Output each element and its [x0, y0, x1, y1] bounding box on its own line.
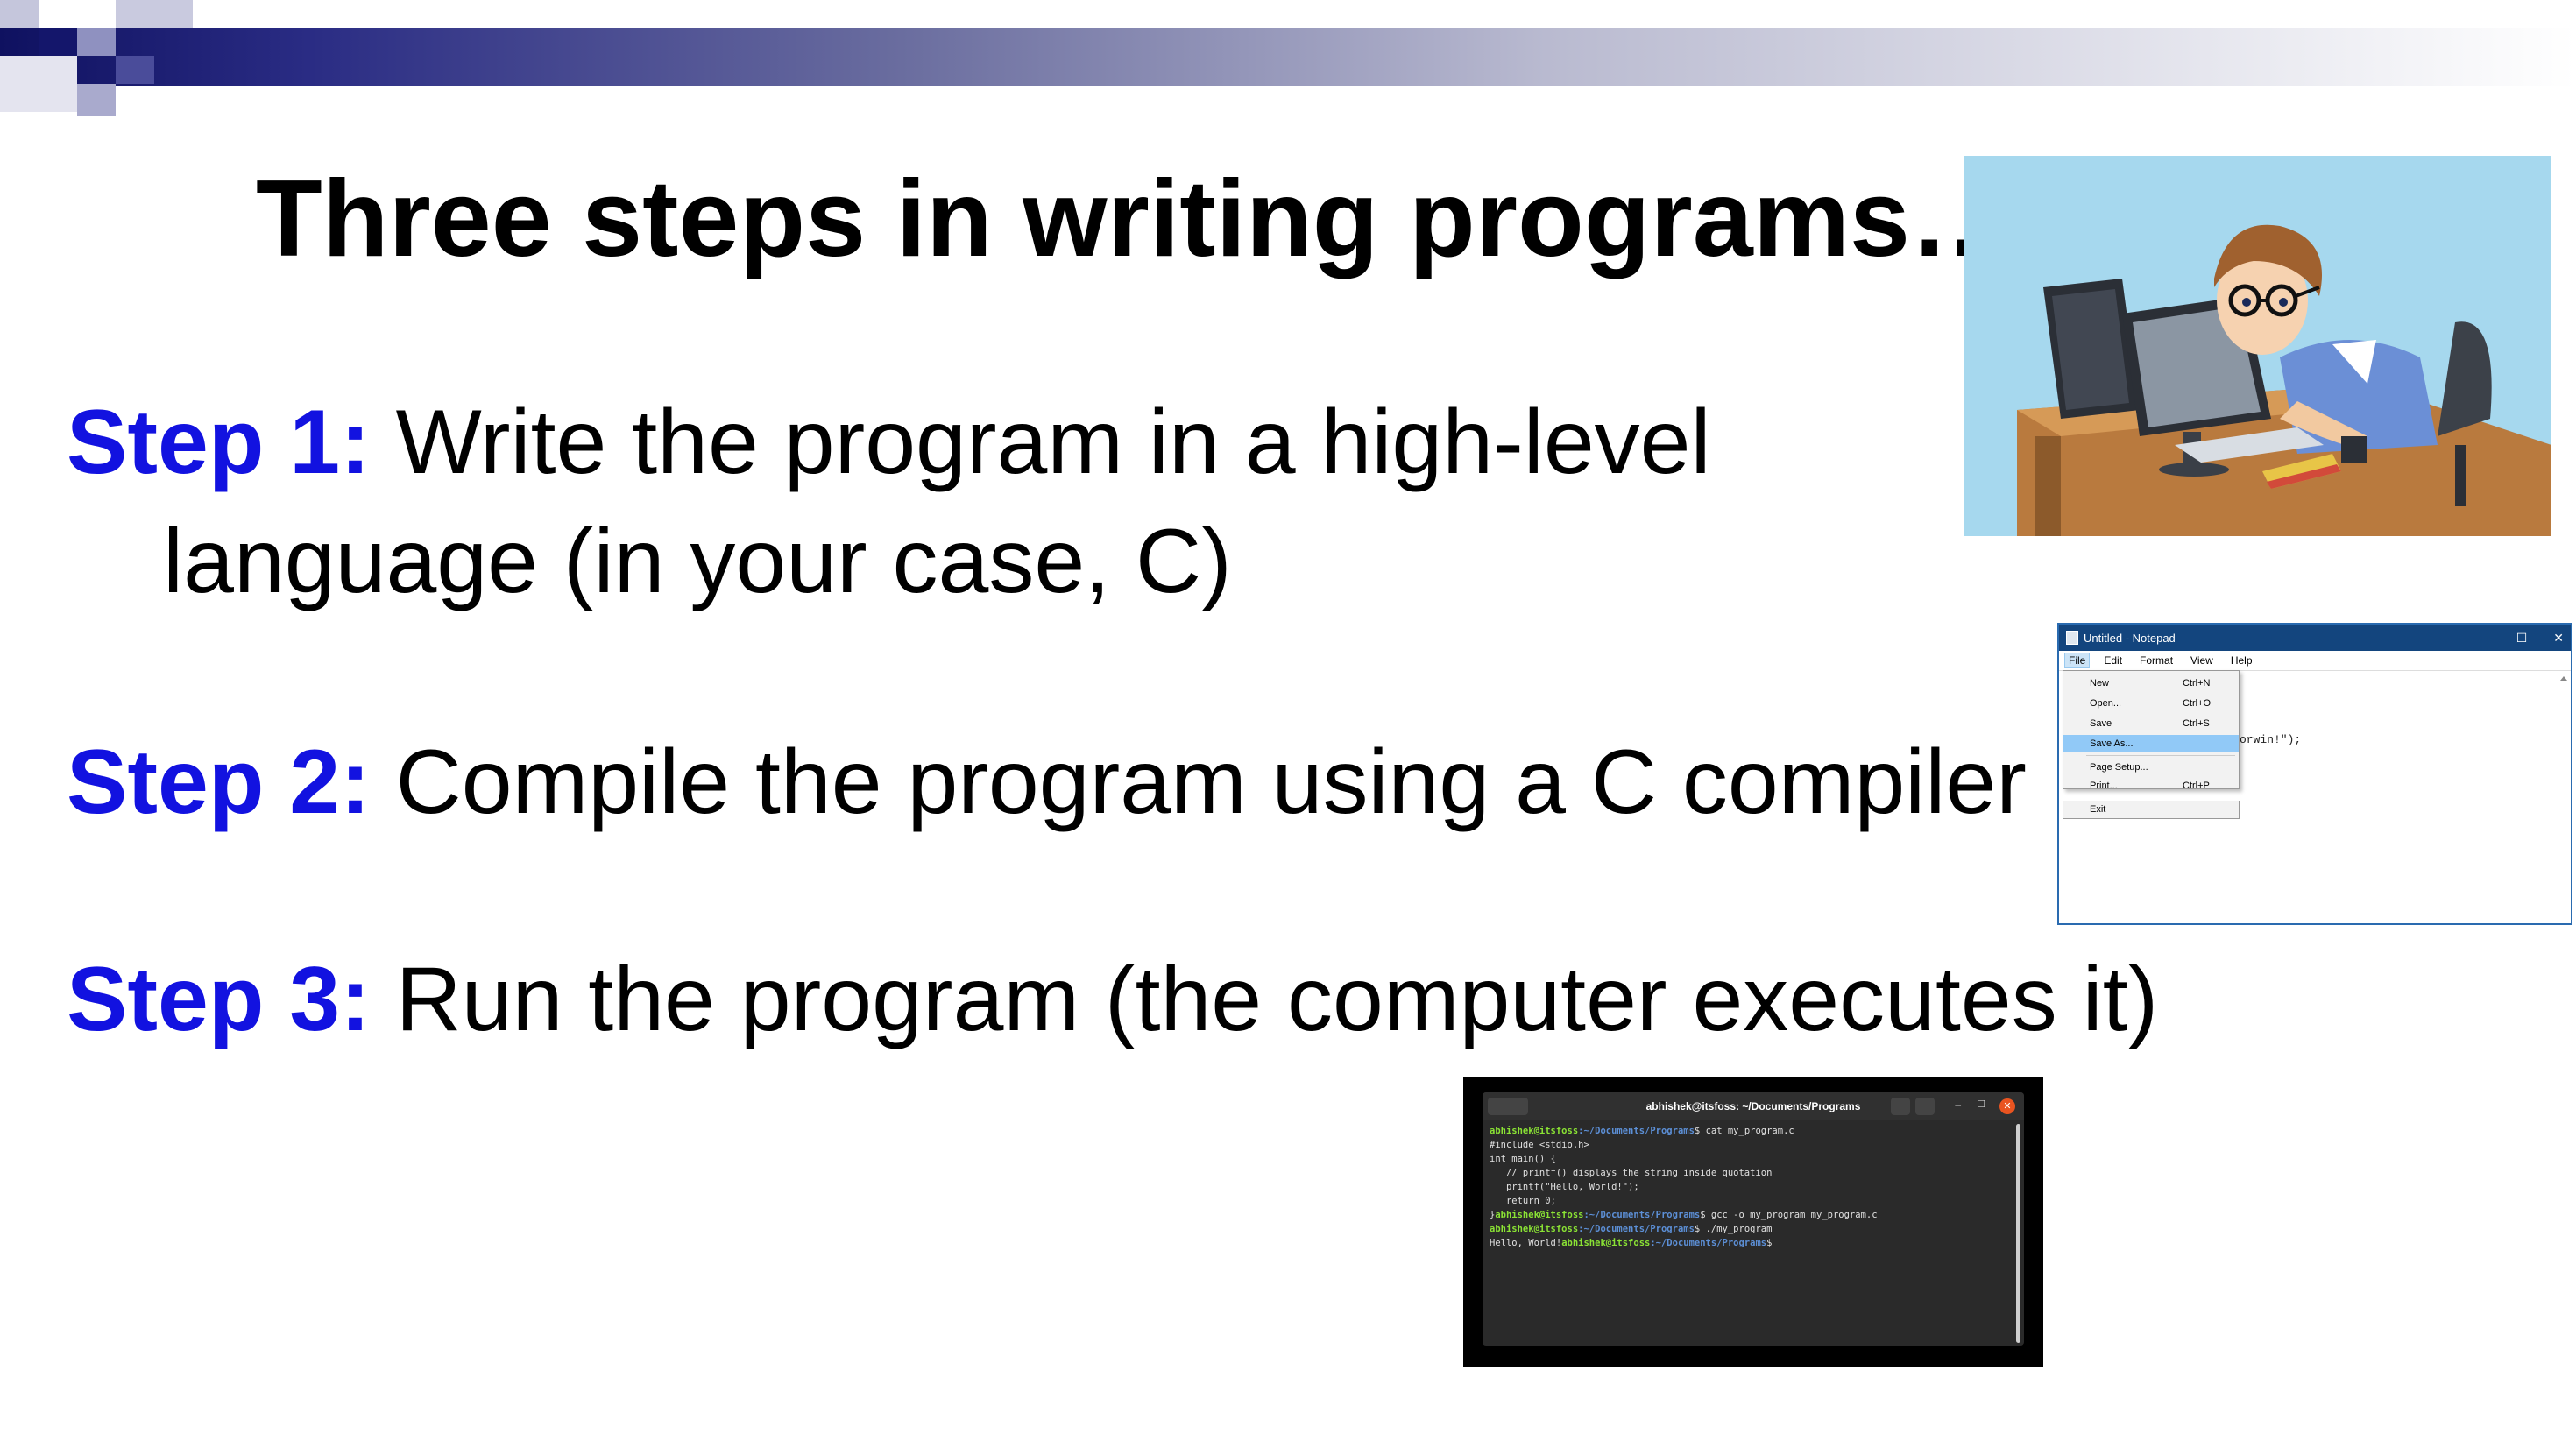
step-1-label: Step 1:	[67, 392, 371, 493]
prompt-user: abhishek@itsfoss	[1561, 1238, 1651, 1248]
terminal-output[interactable]: abhishek@itsfoss:~/Documents/Programs$ c…	[1483, 1120, 2024, 1254]
slide-title: Three steps in writing programs…	[256, 159, 2019, 279]
print-shortcut: Ctrl+P	[2183, 781, 2210, 791]
notepad-menubar: File Edit Format View Help	[2059, 651, 2571, 671]
prompt-path: :~/Documents/Programs	[1578, 1224, 1695, 1234]
step-1-continued: language (in your case, C)	[163, 511, 1232, 612]
minimize-icon[interactable]: –	[2483, 631, 2490, 645]
step-2-text: Compile the program using a C compiler	[370, 731, 2027, 833]
prompt-path: :~/Documents/Programs	[1578, 1126, 1695, 1136]
file-menu-item-save[interactable]: Save Ctrl+S	[2063, 715, 2239, 732]
prompt-path: :~/Documents/Programs	[1583, 1210, 1701, 1220]
terminal-output-text: Hello, World!	[1490, 1238, 1562, 1248]
step-1-text: Write the program in a high-level	[370, 392, 1711, 493]
page-setup-label: Page Setup...	[2090, 762, 2148, 773]
terminal-line: abhishek@itsfoss:~/Documents/Programs$ .…	[1490, 1222, 2017, 1236]
save-shortcut: Ctrl+S	[2183, 718, 2210, 729]
prompt-user: abhishek@itsfoss	[1490, 1224, 1579, 1234]
file-menu-dropdown: New Ctrl+N Open... Ctrl+O Save Ctrl+S Save …	[2063, 670, 2240, 791]
header-square-light-1	[0, 0, 39, 28]
terminal-scrollbar[interactable]	[2016, 1124, 2020, 1343]
file-menu-item-new[interactable]: New Ctrl+N	[2063, 675, 2239, 692]
menu-help[interactable]: Help	[2227, 653, 2256, 667]
menu-edit[interactable]: Edit	[2100, 653, 2126, 667]
file-menu-item-print[interactable]: Print... Ctrl+P	[2063, 777, 2239, 795]
menu-view[interactable]: View	[2187, 653, 2217, 667]
notepad-window-controls: – ☐ ✕	[2483, 625, 2564, 651]
terminal-line: Hello, World!abhishek@itsfoss:~/Document…	[1490, 1236, 2017, 1250]
terminal-line: abhishek@itsfoss:~/Documents/Programs$ c…	[1490, 1124, 2017, 1138]
menu-separator	[2086, 755, 2235, 756]
scroll-up-arrow-icon	[2560, 676, 2567, 681]
step-2-label: Step 2:	[67, 731, 371, 833]
terminal-line: // printf() displays the string inside q…	[1490, 1168, 1773, 1178]
terminal-title: abhishek@itsfoss: ~/Documents/Programs	[1645, 1100, 1861, 1112]
new-label: New	[2090, 678, 2110, 689]
menu-format[interactable]: Format	[2136, 653, 2176, 667]
open-shortcut: Ctrl+O	[2183, 698, 2212, 709]
terminal-screenshot: abhishek@itsfoss: ~/Documents/Programs –…	[1463, 1077, 2043, 1367]
step-1: Step 1: Write the program in a high-leve…	[67, 384, 1711, 502]
header-square-light-3	[116, 0, 193, 28]
file-menu-item-page-setup[interactable]: Page Setup...	[2063, 759, 2239, 776]
close-icon[interactable]: ✕	[2553, 631, 2564, 646]
step-3-text: Run the program (the computer executes i…	[370, 949, 2159, 1050]
step-3: Step 3: Run the program (the computer ex…	[67, 941, 2158, 1059]
menu-file[interactable]: File	[2064, 653, 2091, 668]
prompt-path: :~/Documents/Programs	[1650, 1238, 1767, 1248]
terminal-line: return 0;	[1490, 1196, 1556, 1206]
terminal-command: $ ./my_program	[1694, 1224, 1773, 1234]
terminal-line: #include <stdio.h>	[1490, 1140, 1589, 1150]
maximize-icon[interactable]: ☐	[2516, 631, 2528, 646]
file-menu-item-exit[interactable]: Exit	[2063, 801, 2240, 819]
programmer-drawing	[2017, 224, 2551, 536]
header-square-dark	[39, 28, 77, 56]
maximize-icon[interactable]: ☐	[1977, 1098, 1985, 1110]
terminal-window: abhishek@itsfoss: ~/Documents/Programs –…	[1483, 1092, 2024, 1346]
notepad-titlebar: Untitled - Notepad – ☐ ✕	[2059, 625, 2571, 651]
print-label: Print...	[2090, 781, 2118, 791]
notepad-window-title: Untitled - Notepad	[2084, 631, 2176, 645]
terminal-line: printf("Hello, World!");	[1490, 1182, 1639, 1192]
header-square-light-2	[39, 0, 77, 28]
new-shortcut: Ctrl+N	[2183, 678, 2211, 689]
minimize-icon[interactable]: –	[1955, 1098, 1961, 1111]
save-as-label: Save As...	[2090, 738, 2134, 749]
header-square-light-4	[0, 56, 77, 112]
notepad-scrollbar[interactable]	[2558, 673, 2569, 922]
prompt-user: abhishek@itsfoss	[1490, 1126, 1579, 1136]
notepad-app-icon	[2066, 631, 2078, 645]
header-square-mid-3	[77, 84, 116, 116]
file-menu-item-open[interactable]: Open... Ctrl+O	[2063, 695, 2239, 712]
menu-icon[interactable]	[1915, 1098, 1935, 1115]
terminal-header: abhishek@itsfoss: ~/Documents/Programs –…	[1483, 1092, 2024, 1120]
header-square-mid-2	[116, 56, 154, 84]
file-menu-item-save-as[interactable]: Save As...	[2063, 735, 2239, 752]
terminal-command: $	[1766, 1238, 1773, 1248]
terminal-command: $ cat my_program.c	[1694, 1126, 1794, 1136]
search-icon[interactable]	[1891, 1098, 1910, 1115]
step-3-label: Step 3:	[67, 949, 371, 1050]
header-square-mid-1	[77, 28, 116, 56]
save-label: Save	[2090, 718, 2112, 729]
notepad-text-content[interactable]: orwin!");	[2240, 733, 2301, 746]
header-gradient-bar	[0, 28, 2576, 86]
step-2: Step 2: Compile the program using a C co…	[67, 724, 2027, 842]
notepad-window: Untitled - Notepad – ☐ ✕ File Edit Forma…	[2057, 623, 2572, 925]
programmer-illustration	[1964, 156, 2551, 536]
terminal-line: int main() {	[1490, 1154, 1556, 1164]
exit-label: Exit	[2090, 804, 2106, 815]
terminal-command: $ gcc -o my_program my_program.c	[1700, 1210, 1878, 1220]
prompt-user: abhishek@itsfoss	[1495, 1210, 1584, 1220]
close-icon[interactable]: ✕	[1999, 1098, 2015, 1114]
terminal-line: }abhishek@itsfoss:~/Documents/Programs$ …	[1490, 1208, 2017, 1222]
open-label: Open...	[2090, 698, 2122, 709]
